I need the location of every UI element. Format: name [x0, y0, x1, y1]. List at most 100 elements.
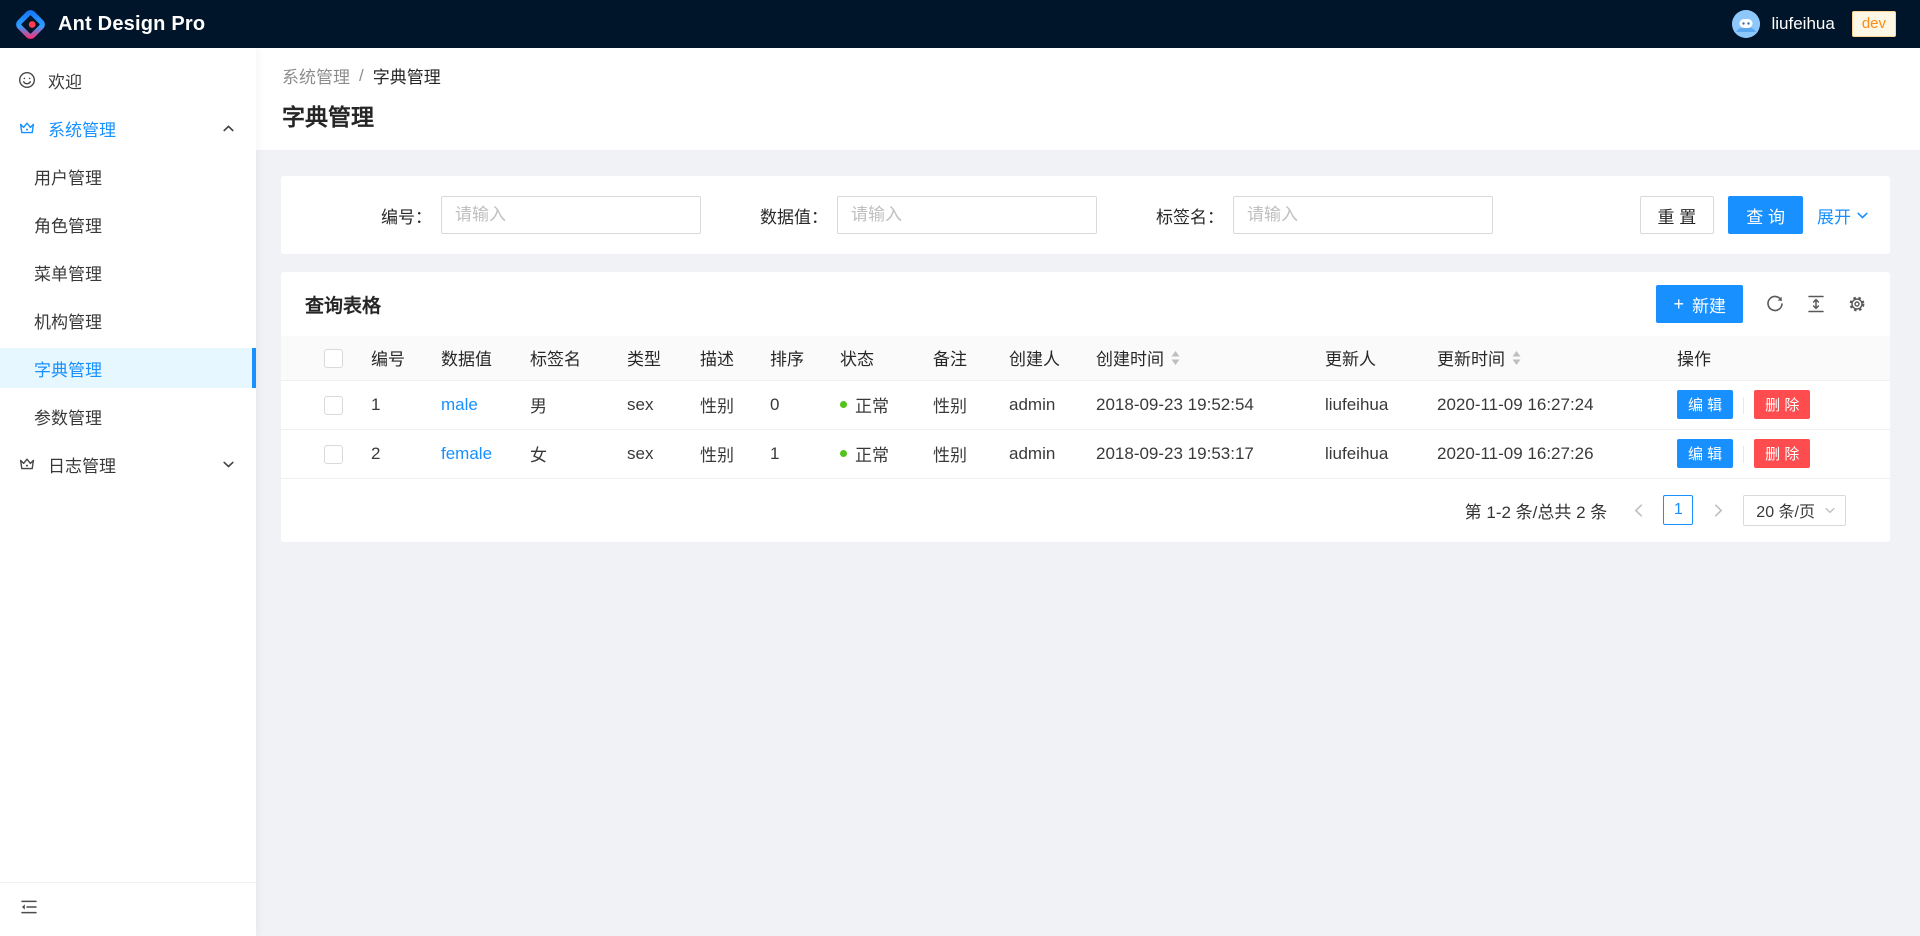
cell-creator: admin	[1009, 429, 1096, 478]
sidebar-item-label: 欢迎	[48, 68, 82, 93]
value-input[interactable]	[837, 196, 1097, 234]
crown-icon	[18, 455, 36, 473]
sidebar-item-label: 参数管理	[34, 404, 102, 429]
new-button[interactable]: + 新建	[1656, 285, 1743, 323]
delete-button[interactable]: 删 除	[1754, 439, 1810, 468]
tag-input[interactable]	[1233, 196, 1493, 234]
delete-button[interactable]: 删 除	[1754, 390, 1810, 419]
cell-id: 1	[371, 380, 441, 429]
sidebar-item-welcome[interactable]: 欢迎	[0, 60, 256, 100]
search-button[interactable]: 查 询	[1728, 196, 1803, 234]
cell-type: sex	[627, 380, 700, 429]
sidebar-item-user-mgmt[interactable]: 用户管理	[0, 156, 256, 196]
form-item-value: 数据值：	[701, 196, 1097, 234]
page-title: 字典管理	[282, 98, 1890, 132]
col-creator: 创建人	[1009, 336, 1096, 380]
sidebar-submenu-system[interactable]: 系统管理	[0, 108, 256, 148]
cell-updater: liufeihua	[1325, 429, 1437, 478]
row-checkbox[interactable]	[324, 396, 343, 415]
value-link[interactable]: male	[441, 395, 478, 414]
ant-design-logo-icon	[14, 8, 47, 41]
col-remark: 备注	[933, 336, 1009, 380]
cell-desc: 性别	[700, 429, 770, 478]
dict-table: 编号 数据值 标签名 类型 描述 排序 状态 备注 创建人 创建时间	[281, 336, 1890, 479]
reload-icon[interactable]	[1766, 295, 1784, 313]
cell-sort: 1	[770, 429, 840, 478]
sidebar-item-label: 机构管理	[34, 308, 102, 333]
status-badge: 正常	[840, 392, 889, 417]
sidebar-item-dict-mgmt[interactable]: 字典管理	[0, 348, 256, 388]
sidebar-item-label: 字典管理	[34, 356, 102, 381]
breadcrumb-system-mgmt[interactable]: 系统管理	[282, 63, 350, 88]
form-item-tag: 标签名：	[1097, 196, 1493, 234]
col-create-time: 创建时间	[1096, 336, 1325, 380]
search-form-card: 编号： 数据值： 标签名： 重 置 查 询 展开	[281, 176, 1890, 254]
sidebar-item-label: 角色管理	[34, 212, 102, 237]
value-link[interactable]: female	[441, 444, 492, 463]
sidebar-item-role-mgmt[interactable]: 角色管理	[0, 204, 256, 244]
cell-update-time: 2020-11-09 16:27:24	[1437, 380, 1677, 429]
action-divider	[1743, 397, 1744, 414]
col-type: 类型	[627, 336, 700, 380]
id-input[interactable]	[441, 196, 701, 234]
cell-updater: liufeihua	[1325, 380, 1437, 429]
menu-fold-icon	[20, 898, 38, 916]
column-height-icon[interactable]	[1807, 295, 1825, 313]
edit-button[interactable]: 编 辑	[1677, 390, 1733, 419]
reset-button[interactable]: 重 置	[1640, 196, 1715, 234]
sidebar-item-menu-mgmt[interactable]: 菜单管理	[0, 252, 256, 292]
expand-link[interactable]: 展开	[1817, 203, 1868, 228]
select-all-checkbox[interactable]	[324, 349, 343, 368]
prev-page-icon[interactable]	[1623, 495, 1653, 525]
pagination-total: 第 1-2 条/总共 2 条	[1465, 498, 1608, 523]
page-size-select[interactable]: 20 条/页	[1743, 495, 1846, 526]
app-logo[interactable]: Ant Design Pro	[14, 8, 205, 41]
col-update-time: 更新时间	[1437, 336, 1677, 380]
cell-type: sex	[627, 429, 700, 478]
cell-remark: 性别	[933, 380, 1009, 429]
cell-create-time: 2018-09-23 19:52:54	[1096, 380, 1325, 429]
sort-carets-icon	[1171, 351, 1180, 365]
tag-field-label: 标签名：	[1097, 203, 1233, 228]
page-size-value: 20 条/页	[1756, 498, 1815, 522]
expand-label: 展开	[1817, 203, 1851, 228]
env-badge: dev	[1852, 11, 1896, 37]
sidebar-item-org-mgmt[interactable]: 机构管理	[0, 300, 256, 340]
sidebar-submenu-log[interactable]: 日志管理	[0, 444, 256, 484]
edit-button[interactable]: 编 辑	[1677, 439, 1733, 468]
sidebar-item-label: 系统管理	[48, 116, 116, 141]
cell-remark: 性别	[933, 429, 1009, 478]
update-time-sorter[interactable]: 更新时间	[1437, 345, 1521, 370]
avatar	[1732, 10, 1760, 38]
sidebar-item-label: 用户管理	[34, 164, 102, 189]
create-time-sorter[interactable]: 创建时间	[1096, 345, 1180, 370]
col-actions: 操作	[1677, 336, 1890, 380]
col-status: 状态	[840, 336, 933, 380]
query-table-card: 查询表格 + 新建	[281, 272, 1890, 542]
chevron-down-icon	[223, 461, 234, 468]
cell-sort: 0	[770, 380, 840, 429]
user-menu[interactable]: liufeihua dev	[1732, 10, 1896, 38]
gear-icon[interactable]	[1848, 295, 1866, 313]
table-header-row: 编号 数据值 标签名 类型 描述 排序 状态 备注 创建人 创建时间	[281, 336, 1890, 380]
status-dot-icon	[840, 450, 847, 457]
page-number-1[interactable]: 1	[1663, 495, 1693, 525]
next-page-icon[interactable]	[1703, 495, 1733, 525]
cell-label: 女	[530, 429, 627, 478]
sidebar-item-param-mgmt[interactable]: 参数管理	[0, 396, 256, 436]
table-title: 查询表格	[305, 291, 381, 318]
chevron-up-icon	[223, 125, 234, 132]
cell-create-time: 2018-09-23 19:53:17	[1096, 429, 1325, 478]
plus-icon: +	[1673, 295, 1684, 313]
sidebar-collapse-trigger[interactable]	[0, 882, 256, 936]
col-label: 标签名	[530, 336, 627, 380]
cell-desc: 性别	[700, 380, 770, 429]
cell-id: 2	[371, 429, 441, 478]
breadcrumb-separator: /	[359, 66, 364, 86]
sidebar-item-label: 日志管理	[48, 452, 116, 477]
action-divider	[1743, 446, 1744, 463]
row-checkbox[interactable]	[324, 445, 343, 464]
sidebar-item-label: 菜单管理	[34, 260, 102, 285]
table-row: 1 male 男 sex 性别 0 正常 性别 adm	[281, 380, 1890, 429]
col-id: 编号	[371, 336, 441, 380]
